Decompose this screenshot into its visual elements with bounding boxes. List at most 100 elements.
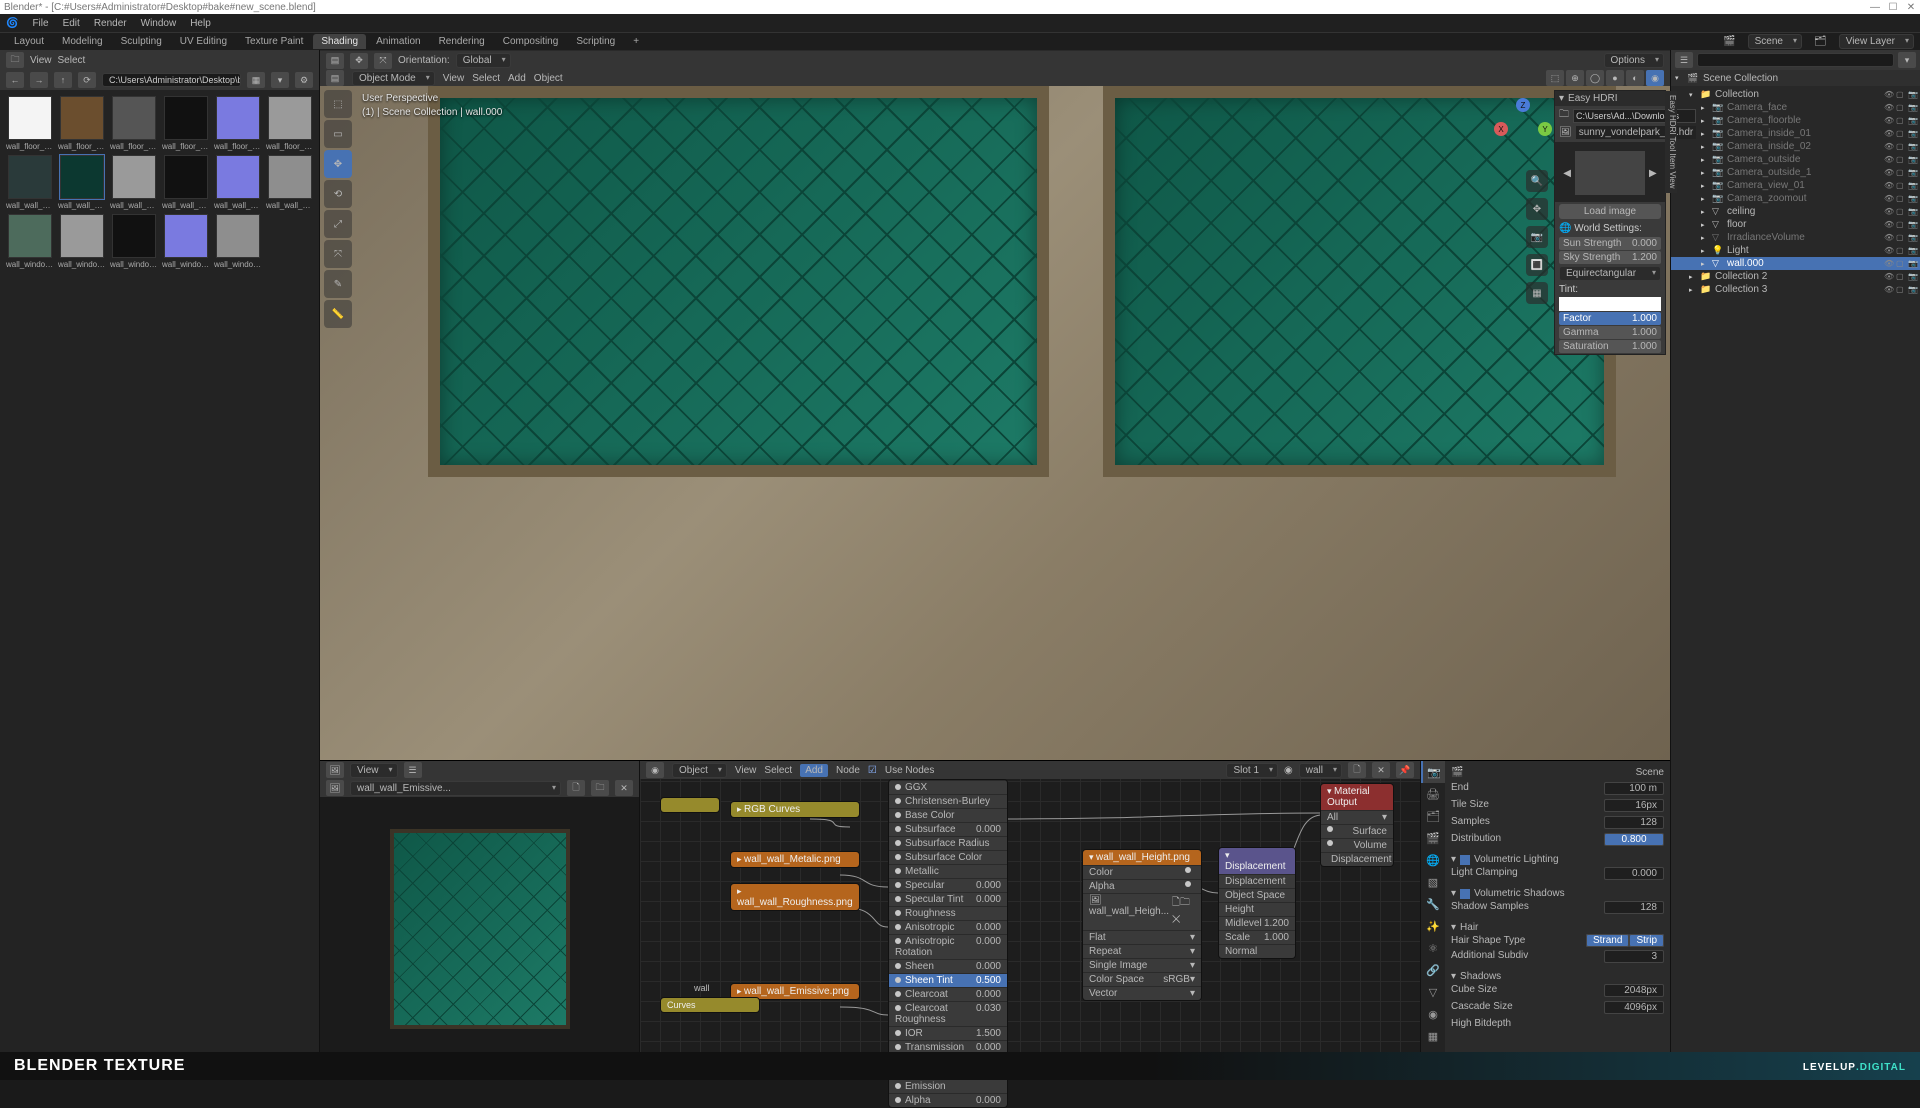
tab-modifier-icon[interactable]: 🔧 xyxy=(1421,893,1445,915)
shading-solid-icon[interactable]: ● xyxy=(1606,70,1624,86)
projection-dropdown[interactable]: Equirectangular xyxy=(1559,266,1661,281)
vp-options-dropdown[interactable]: Options xyxy=(1604,53,1664,68)
node-roughness-tex[interactable]: ▸ wall_wall_Roughness.png xyxy=(730,883,860,911)
thumbnail-item[interactable]: wall_window_... xyxy=(110,214,158,269)
outliner-item[interactable]: ▸▽ceiling👁▢📷 xyxy=(1671,205,1920,218)
fb-display-icon[interactable]: ▦ xyxy=(247,72,265,88)
thumbnail-item[interactable]: wall_window_... xyxy=(162,214,210,269)
slot-dropdown[interactable]: Slot 1 xyxy=(1226,763,1278,778)
image-canvas[interactable] xyxy=(320,797,639,1060)
perspective-toggle-icon[interactable]: 🔳 xyxy=(1526,254,1548,276)
overlay-toggle-icon[interactable]: ⬚ xyxy=(1546,70,1564,86)
viewport-canvas[interactable] xyxy=(320,86,1670,760)
tab-texture-icon[interactable]: ▦ xyxy=(1421,1025,1445,1047)
node-view-menu[interactable]: View xyxy=(735,765,757,776)
tab-add[interactable]: + xyxy=(625,36,647,47)
img-new-icon[interactable]: 🗋 xyxy=(567,780,585,796)
vp-select-menu[interactable]: Select xyxy=(472,73,500,84)
load-image-button[interactable]: Load image xyxy=(1559,204,1661,219)
next-hdri-icon[interactable]: ▶ xyxy=(1649,168,1657,179)
n-panel-tabs[interactable]: Easy HDRI Tool Item View xyxy=(1665,91,1677,193)
maximize-button[interactable]: ☐ xyxy=(1888,2,1898,13)
outliner-type-icon[interactable]: ☰ xyxy=(1675,52,1693,68)
tab-scripting[interactable]: Scripting xyxy=(568,36,623,47)
node-select-menu[interactable]: Select xyxy=(764,765,792,776)
tab-sculpting[interactable]: Sculpting xyxy=(113,36,170,47)
thumbnail-item[interactable]: wall_floor_No... xyxy=(214,96,262,151)
thumbnail-item[interactable]: wall_wall_Emi... xyxy=(58,155,106,210)
mat-unlink-icon[interactable]: ✕ xyxy=(1372,762,1390,778)
thumbnail-item[interactable]: wall_floor_Me... xyxy=(162,96,210,151)
tab-scene-icon[interactable]: 🎬 xyxy=(1421,827,1445,849)
thumbnail-item[interactable]: wall_floor_He... xyxy=(110,96,158,151)
tab-output-icon[interactable]: 🖨 xyxy=(1421,783,1445,805)
vol-lighting-checkbox[interactable] xyxy=(1460,855,1470,865)
tab-shading[interactable]: Shading xyxy=(313,34,366,49)
zoom-icon[interactable]: 🔍 xyxy=(1526,170,1548,192)
tab-uv[interactable]: UV Editing xyxy=(172,36,235,47)
img-view-dropdown[interactable]: View xyxy=(350,763,398,778)
vp-add-menu[interactable]: Add xyxy=(508,73,526,84)
prev-hdri-icon[interactable]: ◀ xyxy=(1563,168,1571,179)
tool-measure[interactable]: 📏 xyxy=(324,300,352,328)
vp-editor-type-icon-2[interactable]: ▤ xyxy=(326,70,344,86)
node-node-menu[interactable]: Node xyxy=(836,765,860,776)
fb-refresh-icon[interactable]: ⟳ xyxy=(78,72,96,88)
node-curves-frame[interactable]: Curves xyxy=(660,997,760,1013)
vp-view-menu[interactable]: View xyxy=(443,73,465,84)
outliner-item[interactable]: ▸📷Camera_inside_01👁▢📷 xyxy=(1671,127,1920,140)
gizmo-y-axis[interactable]: Y xyxy=(1538,122,1552,136)
outliner-item[interactable]: ▸💡Light👁▢📷 xyxy=(1671,244,1920,257)
subdiv-value[interactable]: 3 xyxy=(1604,950,1664,963)
use-nodes-checkbox[interactable]: Use Nodes xyxy=(885,765,934,776)
outliner-item[interactable]: ▸📷Camera_inside_02👁▢📷 xyxy=(1671,140,1920,153)
fb-view-menu[interactable]: View xyxy=(30,55,52,66)
mat-new-icon[interactable]: 🗋 xyxy=(1348,762,1366,778)
close-button[interactable]: ✕ xyxy=(1906,2,1916,13)
node-mode-dropdown[interactable]: Object xyxy=(672,763,727,778)
outliner-search[interactable] xyxy=(1697,53,1894,67)
menu-edit[interactable]: Edit xyxy=(57,18,86,29)
tab-data-icon[interactable]: ▽ xyxy=(1421,981,1445,1003)
navigation-gizmo[interactable]: Z Y X xyxy=(1494,98,1554,158)
tool-cursor[interactable]: ⬚ xyxy=(324,90,352,118)
menu-window[interactable]: Window xyxy=(135,18,183,29)
hdri-file-field[interactable]: sunny_vondelpark_8k.hdr xyxy=(1576,126,1697,139)
shading-rendered-icon[interactable]: ◉ xyxy=(1646,70,1664,86)
fb-filter-icon[interactable]: ▾ xyxy=(271,72,289,88)
editor-type-icon[interactable]: 🗀 xyxy=(6,52,24,68)
fb-select-menu[interactable]: Select xyxy=(58,55,86,66)
tile-value[interactable]: 16px xyxy=(1604,799,1664,812)
fb-up-icon[interactable]: ↑ xyxy=(54,72,72,88)
img-unlink-icon[interactable]: ✕ xyxy=(615,780,633,796)
gamma-value[interactable]: 1.000 xyxy=(1632,327,1657,338)
tab-particle-icon[interactable]: ✨ xyxy=(1421,915,1445,937)
outliner-item[interactable]: ▸📷Camera_zoomout👁▢📷 xyxy=(1671,192,1920,205)
thumbnail-item[interactable]: wall_wall_Nor... xyxy=(214,155,262,210)
outliner-item[interactable]: ▸▽IrradianceVolume👁▢📷 xyxy=(1671,231,1920,244)
shading-wire-icon[interactable]: ◯ xyxy=(1586,70,1604,86)
thumbnail-item[interactable]: wall_wall_AO... xyxy=(6,155,54,210)
tool-transform[interactable]: ⤧ xyxy=(324,240,352,268)
tab-rendering[interactable]: Rendering xyxy=(431,36,493,47)
pan-icon[interactable]: ✥ xyxy=(1526,198,1548,220)
panel-collapse-icon[interactable]: ▾ xyxy=(1559,93,1564,104)
gizmo-z-axis[interactable]: Z xyxy=(1516,98,1530,112)
factor-value[interactable]: 1.000 xyxy=(1632,313,1657,324)
tint-color-swatch[interactable] xyxy=(1559,297,1661,311)
hair-strand-button[interactable]: Strand xyxy=(1586,934,1629,947)
img-open-icon[interactable]: 🗀 xyxy=(591,780,609,796)
viewlayer-dropdown[interactable]: View Layer xyxy=(1839,34,1914,49)
vp-editor-type-icon[interactable]: ▤ xyxy=(326,53,344,69)
hair-strip-button[interactable]: Strip xyxy=(1629,934,1664,947)
image-name-field[interactable]: wall_wall_Emissive... xyxy=(350,781,561,796)
fb-settings-icon[interactable]: ⚙ xyxy=(295,72,313,88)
outliner-item[interactable]: ▾📁Collection👁▢📷 xyxy=(1671,88,1920,101)
tab-render-icon[interactable]: 📷 xyxy=(1421,761,1445,783)
orientation-dropdown[interactable]: Global xyxy=(456,53,511,68)
cascade-value[interactable]: 4096px xyxy=(1604,1001,1664,1014)
node-rgb-curves[interactable]: ▸ RGB Curves xyxy=(730,801,860,818)
tab-world-icon[interactable]: 🌐 xyxy=(1421,849,1445,871)
tool-scale[interactable]: ⤢ xyxy=(324,210,352,238)
mat-pin-icon[interactable]: 📌 xyxy=(1396,762,1414,778)
